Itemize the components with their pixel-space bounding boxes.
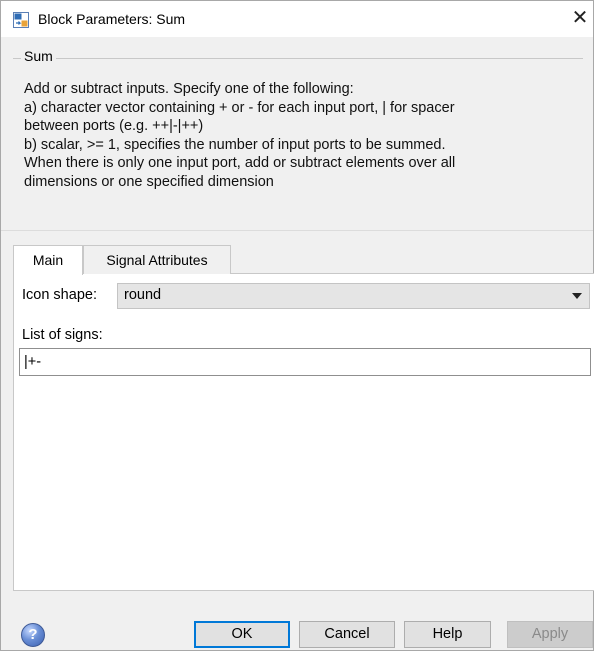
tab-panel-main [13, 273, 594, 591]
icon-shape-value: round [124, 287, 162, 303]
block-parameters-dialog: Block Parameters: Sum ✕ Sum Add or subtr… [0, 0, 594, 651]
close-icon[interactable]: ✕ [569, 7, 591, 29]
help-button[interactable]: Help [404, 621, 491, 648]
cancel-button[interactable]: Cancel [299, 621, 395, 648]
list-of-signs-input[interactable] [19, 348, 591, 376]
description-group-title: Sum [21, 48, 56, 64]
list-of-signs-label: List of signs: [22, 327, 103, 343]
window-title: Block Parameters: Sum [38, 11, 186, 27]
dropdown-arrow-icon [572, 293, 582, 299]
apply-button[interactable]: Apply [507, 621, 593, 648]
ok-button[interactable]: OK [194, 621, 290, 648]
icon-shape-label: Icon shape: [22, 287, 97, 303]
simulink-block-icon [13, 12, 29, 28]
icon-shape-select[interactable]: round [117, 283, 590, 309]
divider [1, 230, 593, 231]
tab-main[interactable]: Main [13, 245, 83, 275]
tab-signal-attributes[interactable]: Signal Attributes [83, 245, 231, 274]
block-description: Add or subtract inputs. Specify one of t… [24, 81, 456, 190]
title-bar: Block Parameters: Sum ✕ [1, 1, 593, 37]
help-icon[interactable]: ? [21, 623, 45, 647]
